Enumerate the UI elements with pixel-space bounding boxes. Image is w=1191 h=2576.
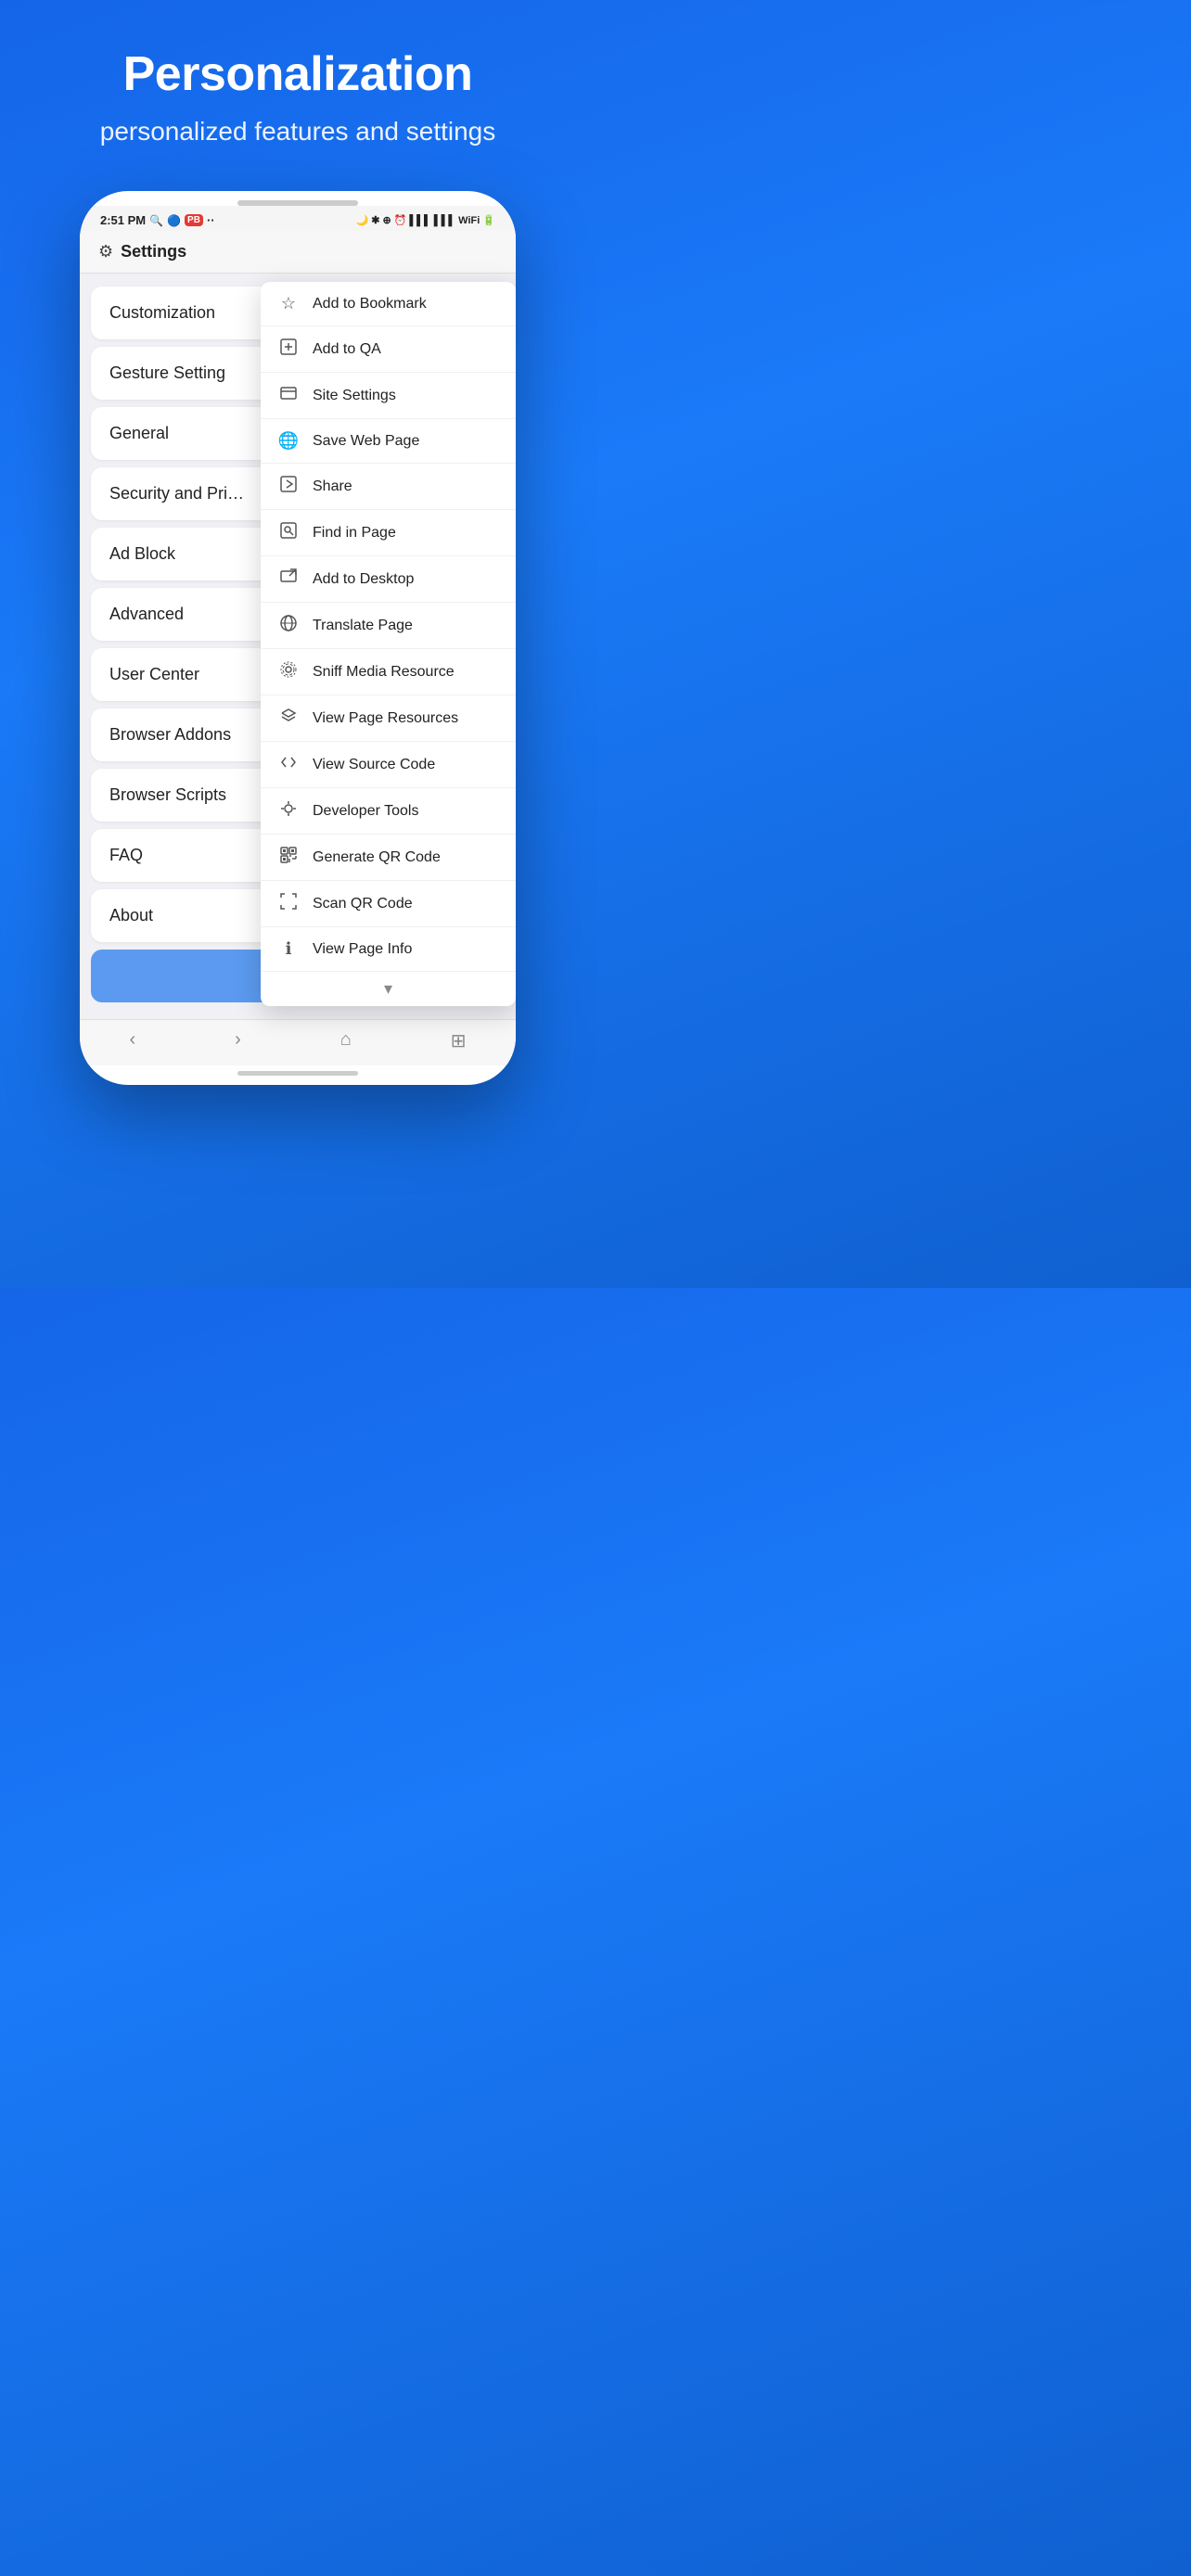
scan-icon — [277, 893, 300, 914]
code-icon — [277, 754, 300, 775]
status-time: 2:51 PM — [100, 213, 146, 227]
dropdown-item-add-desktop[interactable]: Add to Desktop — [261, 556, 516, 603]
status-bar: 2:51 PM 🔍 🔵 PB ·· 🌙 ✱ ⊕ ⏰ ▌▌▌ ▌▌▌ WiFi 🔋 — [80, 206, 516, 231]
location-icon: 🔍 — [149, 214, 163, 227]
settings-item-label: Gesture Setting — [109, 363, 225, 383]
app-icon: PB — [185, 214, 203, 226]
dropdown-item-find[interactable]: Find in Page — [261, 510, 516, 556]
alarm-icon: ⏰ — [394, 214, 407, 226]
settings-item-label: Security and Pri… — [109, 484, 244, 504]
qr-icon — [277, 847, 300, 868]
dropdown-item-label: Site Settings — [313, 388, 396, 404]
dropdown-item-label: Find in Page — [313, 525, 396, 542]
page-subtitle: personalized features and settings — [100, 117, 496, 147]
dropdown-item-qr-scan[interactable]: Scan QR Code — [261, 881, 516, 927]
page-title: Personalization — [123, 46, 473, 102]
settings-item-label: FAQ — [109, 846, 143, 865]
nav-forward[interactable]: › — [235, 1029, 241, 1052]
share-icon — [277, 476, 300, 497]
dropdown-item-label: Scan QR Code — [313, 896, 413, 912]
phone-bottom-bar — [237, 1071, 358, 1076]
browser-icon: 🔵 — [167, 214, 181, 227]
layers-icon — [277, 708, 300, 729]
battery-icon: 🔋 — [482, 214, 495, 226]
dropdown-item-label: Developer Tools — [313, 803, 418, 820]
bottom-nav: ‹ › ⌂ ⊞ — [80, 1019, 516, 1065]
bluetooth-icon: ✱ — [371, 214, 379, 226]
settings-item-label: Ad Block — [109, 544, 175, 564]
nav-back[interactable]: ‹ — [129, 1029, 135, 1052]
translate-icon — [277, 615, 300, 636]
dropdown-item-label: Translate Page — [313, 618, 413, 634]
dropdown-item-save-page[interactable]: 🌐 Save Web Page — [261, 419, 516, 464]
dropdown-item-label: View Source Code — [313, 757, 435, 773]
dropdown-item-label: Sniff Media Resource — [313, 664, 455, 681]
dropdown-item-bookmark[interactable]: ☆ Add to Bookmark — [261, 282, 516, 326]
settings-item-label: Customization — [109, 303, 215, 323]
dropdown-item-site-settings[interactable]: Site Settings — [261, 373, 516, 419]
add-desktop-icon — [277, 568, 300, 590]
home-icon: ⌂ — [340, 1029, 352, 1051]
back-icon: ‹ — [129, 1029, 135, 1051]
settings-item-label: General — [109, 424, 169, 443]
settings-item-label: Advanced — [109, 605, 184, 624]
dropdown-item-label: View Page Resources — [313, 710, 458, 727]
dropdown-item-translate[interactable]: Translate Page — [261, 603, 516, 649]
moon-icon: 🌙 — [356, 214, 369, 226]
status-right: 🌙 ✱ ⊕ ⏰ ▌▌▌ ▌▌▌ WiFi 🔋 — [356, 214, 495, 226]
dropdown-item-label: Share — [313, 478, 352, 495]
tabs-icon: ⊞ — [451, 1029, 467, 1052]
dropdown-more-indicator: ▾ — [261, 972, 516, 1006]
dropdown-item-label: View Page Info — [313, 941, 412, 958]
settings-item-label: User Center — [109, 665, 199, 684]
nav-tabs[interactable]: ⊞ — [451, 1029, 467, 1052]
forward-icon: › — [235, 1029, 241, 1051]
signal-icon: ▌▌▌ — [409, 215, 430, 226]
app-content: ⚙ Settings Customization › Gesture Setti… — [80, 231, 516, 1065]
nav-home[interactable]: ⌂ — [340, 1029, 352, 1052]
settings-header: ⚙ Settings — [80, 231, 516, 274]
status-left: 2:51 PM 🔍 🔵 PB ·· — [100, 213, 215, 227]
dropdown-item-label: Add to Desktop — [313, 571, 414, 588]
dropdown-item-sniff[interactable]: Sniff Media Resource — [261, 649, 516, 695]
phone-mockup: 2:51 PM 🔍 🔵 PB ·· 🌙 ✱ ⊕ ⏰ ▌▌▌ ▌▌▌ WiFi 🔋… — [80, 191, 516, 1085]
dropdown-item-page-resources[interactable]: View Page Resources — [261, 695, 516, 742]
settings-item-label: Browser Addons — [109, 725, 231, 745]
sniff-icon — [277, 661, 300, 682]
settings-item-label: Browser Scripts — [109, 785, 226, 805]
wifi-icon: WiFi — [458, 215, 480, 226]
status-dots: ·· — [207, 213, 215, 227]
settings-title: Settings — [121, 242, 186, 261]
dropdown-item-source[interactable]: View Source Code — [261, 742, 516, 788]
dropdown-item-label: Add to Bookmark — [313, 296, 427, 312]
settings-item-label: About — [109, 906, 153, 925]
dropdown-item-label: Add to QA — [313, 341, 381, 358]
signal2-icon: ▌▌▌ — [434, 215, 455, 226]
find-icon — [277, 522, 300, 543]
plus-box-icon — [277, 338, 300, 360]
settings-icon — [277, 385, 300, 406]
dropdown-item-page-info[interactable]: ℹ View Page Info — [261, 927, 516, 972]
devtools-icon — [277, 800, 300, 822]
dropdown-item-label: Generate QR Code — [313, 849, 441, 866]
vpn-icon: ⊕ — [382, 214, 391, 226]
dropdown-item-qa[interactable]: Add to QA — [261, 326, 516, 373]
dropdown-menu: ☆ Add to Bookmark Add to QA Site Setting… — [261, 282, 516, 1006]
dropdown-item-label: Save Web Page — [313, 433, 419, 450]
dropdown-item-devtools[interactable]: Developer Tools — [261, 788, 516, 835]
info-icon: ℹ — [277, 939, 300, 959]
globe-icon: 🌐 — [277, 431, 300, 451]
gear-icon: ⚙ — [98, 242, 113, 261]
bookmark-icon: ☆ — [277, 294, 300, 313]
dropdown-item-qr-generate[interactable]: Generate QR Code — [261, 835, 516, 881]
dropdown-item-share[interactable]: Share — [261, 464, 516, 510]
